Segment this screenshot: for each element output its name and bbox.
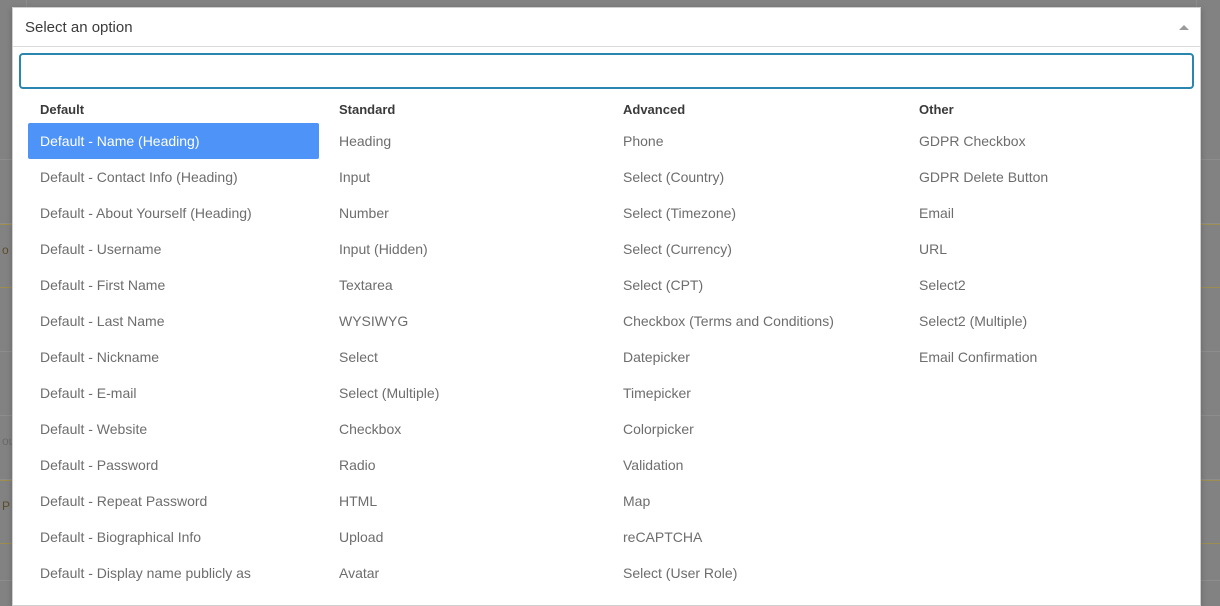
select-placeholder-label: Select an option bbox=[25, 20, 133, 35]
option-item[interactable]: Default - Username bbox=[28, 231, 319, 267]
option-item[interactable]: Number bbox=[327, 195, 612, 231]
select-dropdown: Select an option Default Default - Name … bbox=[12, 7, 1201, 606]
chevron-up-icon[interactable] bbox=[1179, 25, 1189, 30]
option-item[interactable]: Input (Hidden) bbox=[327, 231, 612, 267]
option-item[interactable]: Phone bbox=[612, 123, 910, 159]
option-item[interactable]: Select (Country) bbox=[612, 159, 910, 195]
option-item[interactable]: GDPR Checkbox bbox=[910, 123, 1190, 159]
option-group-advanced: Advanced Phone Select (Country) Select (… bbox=[612, 100, 910, 591]
option-group-other: Other GDPR Checkbox GDPR Delete Button E… bbox=[910, 100, 1190, 591]
option-item[interactable]: Default - E-mail bbox=[28, 375, 319, 411]
option-item[interactable]: Heading bbox=[327, 123, 612, 159]
option-item[interactable]: WYSIWYG bbox=[327, 303, 612, 339]
option-item[interactable]: Default - Repeat Password bbox=[28, 483, 319, 519]
option-group-standard: Standard Heading Input Number Input (Hid… bbox=[319, 100, 612, 591]
select-options-grid: Default Default - Name (Heading) Default… bbox=[13, 94, 1200, 605]
option-item[interactable]: Default - Name (Heading) bbox=[28, 123, 319, 159]
option-item[interactable]: Validation bbox=[612, 447, 910, 483]
option-item[interactable]: Select (Timezone) bbox=[612, 195, 910, 231]
select-toggle[interactable]: Select an option bbox=[13, 8, 1200, 47]
option-item[interactable]: Avatar bbox=[327, 555, 612, 591]
option-item[interactable]: Email bbox=[910, 195, 1190, 231]
option-item[interactable]: Default - Password bbox=[28, 447, 319, 483]
option-item[interactable]: Select (CPT) bbox=[612, 267, 910, 303]
option-item[interactable]: Select (Multiple) bbox=[327, 375, 612, 411]
option-item[interactable]: Default - About Yourself (Heading) bbox=[28, 195, 319, 231]
option-item[interactable]: Select2 (Multiple) bbox=[910, 303, 1190, 339]
option-item[interactable]: Default - Display name publicly as bbox=[28, 555, 319, 591]
option-item[interactable]: reCAPTCHA bbox=[612, 519, 910, 555]
option-item[interactable]: Select (User Role) bbox=[612, 555, 910, 591]
option-item[interactable]: Select bbox=[327, 339, 612, 375]
option-item[interactable]: Default - Contact Info (Heading) bbox=[28, 159, 319, 195]
option-item[interactable]: Select (Currency) bbox=[612, 231, 910, 267]
option-item[interactable]: Datepicker bbox=[612, 339, 910, 375]
option-group-title: Default bbox=[28, 100, 319, 123]
option-item[interactable]: Checkbox bbox=[327, 411, 612, 447]
option-item[interactable]: Upload bbox=[327, 519, 612, 555]
option-item[interactable]: Input bbox=[327, 159, 612, 195]
option-item[interactable]: URL bbox=[910, 231, 1190, 267]
option-item[interactable]: Default - Biographical Info bbox=[28, 519, 319, 555]
option-item[interactable]: Checkbox (Terms and Conditions) bbox=[612, 303, 910, 339]
option-item[interactable]: Radio bbox=[327, 447, 612, 483]
option-item[interactable]: Default - Last Name bbox=[28, 303, 319, 339]
option-group-title: Advanced bbox=[612, 100, 910, 123]
select-search-input[interactable] bbox=[19, 53, 1194, 89]
option-item[interactable]: Timepicker bbox=[612, 375, 910, 411]
option-group-title: Other bbox=[910, 100, 1190, 123]
option-item[interactable]: Map bbox=[612, 483, 910, 519]
option-item[interactable]: Email Confirmation bbox=[910, 339, 1190, 375]
option-item[interactable]: Default - Nickname bbox=[28, 339, 319, 375]
select-search-container bbox=[13, 47, 1200, 94]
option-item[interactable]: Select2 bbox=[910, 267, 1190, 303]
option-item[interactable]: GDPR Delete Button bbox=[910, 159, 1190, 195]
option-item[interactable]: Default - First Name bbox=[28, 267, 319, 303]
option-item[interactable]: Default - Website bbox=[28, 411, 319, 447]
option-group-default: Default Default - Name (Heading) Default… bbox=[13, 100, 319, 591]
option-group-title: Standard bbox=[327, 100, 612, 123]
option-item[interactable]: HTML bbox=[327, 483, 612, 519]
option-item[interactable]: Colorpicker bbox=[612, 411, 910, 447]
option-item[interactable]: Textarea bbox=[327, 267, 612, 303]
